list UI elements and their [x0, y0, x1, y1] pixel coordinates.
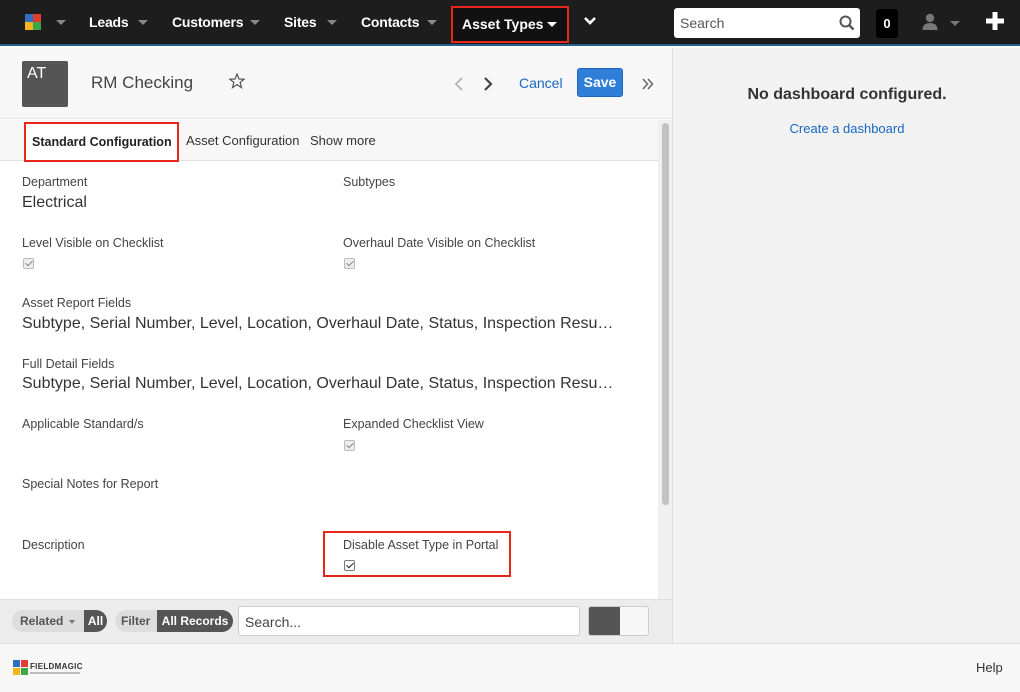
disable-portal-checkbox[interactable] — [344, 560, 355, 571]
tab-asset-configuration[interactable]: Asset Configuration — [186, 133, 299, 148]
next-record-chevron-icon[interactable] — [483, 77, 493, 91]
app-menu-caret-icon[interactable] — [56, 20, 66, 25]
footer-tagline-line — [30, 672, 80, 674]
nav-item-customers[interactable]: Customers — [172, 14, 244, 30]
record-avatar: AT — [22, 61, 68, 107]
view-toggle-active[interactable] — [589, 607, 620, 635]
department-label: Department — [22, 175, 88, 189]
customers-caret-icon[interactable] — [250, 20, 260, 25]
disable-portal-label: Disable Asset Type in Portal — [343, 538, 499, 552]
help-link[interactable]: Help — [976, 660, 1003, 675]
leads-caret-icon[interactable] — [138, 20, 148, 25]
footer: FIELDMAGIC Help — [0, 643, 1020, 692]
related-filter-button[interactable]: Related All — [12, 610, 107, 632]
footer-brand: FIELDMAGIC — [30, 662, 83, 671]
more-nav-chevron-icon[interactable] — [583, 16, 597, 26]
filter-button[interactable]: Filter All Records — [115, 610, 233, 632]
app-logo-icon[interactable] — [25, 14, 41, 30]
global-search[interactable] — [674, 8, 860, 38]
tab-standard-configuration-label: Standard Configuration — [32, 135, 172, 149]
subpanel-toolbar: Related All Filter All Records — [0, 599, 672, 643]
toggle-sidepanel-double-chevron-icon[interactable] — [642, 78, 654, 90]
record-tabs: Standard Configuration Asset Configurati… — [0, 120, 658, 162]
full-detail-fields-value[interactable]: Subtype, Serial Number, Level, Location,… — [22, 375, 613, 393]
no-dashboard-message: No dashboard configured. — [747, 86, 947, 103]
sites-caret-icon[interactable] — [327, 20, 337, 25]
contacts-caret-icon[interactable] — [427, 20, 437, 25]
tab-standard-configuration[interactable]: Standard Configuration — [24, 122, 179, 162]
department-value[interactable]: Electrical — [22, 194, 87, 212]
asset-types-caret-icon[interactable] — [547, 22, 557, 27]
expanded-checklist-label: Expanded Checklist View — [343, 417, 484, 431]
nav-item-sites[interactable]: Sites — [284, 14, 317, 30]
create-dashboard-link[interactable]: Create a dashboard — [673, 121, 1020, 136]
related-value: All — [84, 610, 107, 632]
overhaul-visible-label: Overhaul Date Visible on Checklist — [343, 236, 536, 250]
nav-item-contacts[interactable]: Contacts — [361, 14, 419, 30]
create-plus-icon[interactable] — [985, 11, 1005, 31]
tab-show-more[interactable]: Show more — [310, 133, 376, 148]
level-visible-checkbox[interactable] — [23, 258, 34, 269]
nav-item-asset-types[interactable]: Asset Types — [451, 6, 569, 43]
subpanel-search[interactable] — [238, 606, 580, 636]
dashboard-sidepanel: No dashboard configured. Create a dashbo… — [672, 48, 1020, 643]
record-title: RM Checking — [91, 73, 194, 92]
global-search-input[interactable] — [680, 13, 830, 33]
nav-item-asset-types-label: Asset Types — [462, 16, 544, 32]
record-scrollbar[interactable] — [658, 120, 672, 600]
filter-label: Filter — [121, 614, 151, 628]
related-label: Related — [20, 614, 64, 628]
top-navigation-bar: Leads Customers Sites Contacts Asset Typ… — [0, 0, 1020, 46]
asset-report-fields-value[interactable]: Subtype, Serial Number, Level, Location,… — [22, 315, 613, 333]
record-header: AT RM Checking Cancel Save — [0, 48, 672, 119]
favorite-star-icon[interactable] — [229, 73, 245, 89]
expanded-checklist-checkbox[interactable] — [344, 440, 355, 451]
user-avatar-icon[interactable] — [922, 13, 960, 31]
save-button[interactable]: Save — [577, 68, 623, 97]
special-notes-label: Special Notes for Report — [22, 477, 159, 491]
notification-count-badge[interactable]: 0 — [876, 9, 898, 38]
applicable-standards-label: Applicable Standard/s — [22, 417, 144, 431]
nav-item-leads[interactable]: Leads — [89, 14, 129, 30]
subtypes-label: Subtypes — [343, 175, 396, 189]
full-detail-fields-label: Full Detail Fields — [22, 357, 115, 371]
filter-value: All Records — [157, 610, 233, 632]
subpanel-search-input[interactable] — [245, 613, 565, 631]
record-view-panel: AT RM Checking Cancel Save Standard Conf… — [0, 48, 672, 643]
description-label: Description — [22, 538, 85, 552]
view-toggle[interactable] — [588, 606, 649, 636]
search-icon[interactable] — [839, 15, 855, 31]
asset-report-fields-label: Asset Report Fields — [22, 296, 132, 310]
level-visible-label: Level Visible on Checklist — [22, 236, 164, 250]
related-caret-icon — [69, 620, 75, 624]
fieldmagic-logo-icon[interactable] — [13, 660, 29, 676]
previous-record-chevron-icon[interactable] — [454, 77, 464, 91]
cancel-button[interactable]: Cancel — [519, 75, 563, 91]
scrollbar-thumb[interactable] — [662, 123, 669, 505]
overhaul-visible-checkbox[interactable] — [344, 258, 355, 269]
